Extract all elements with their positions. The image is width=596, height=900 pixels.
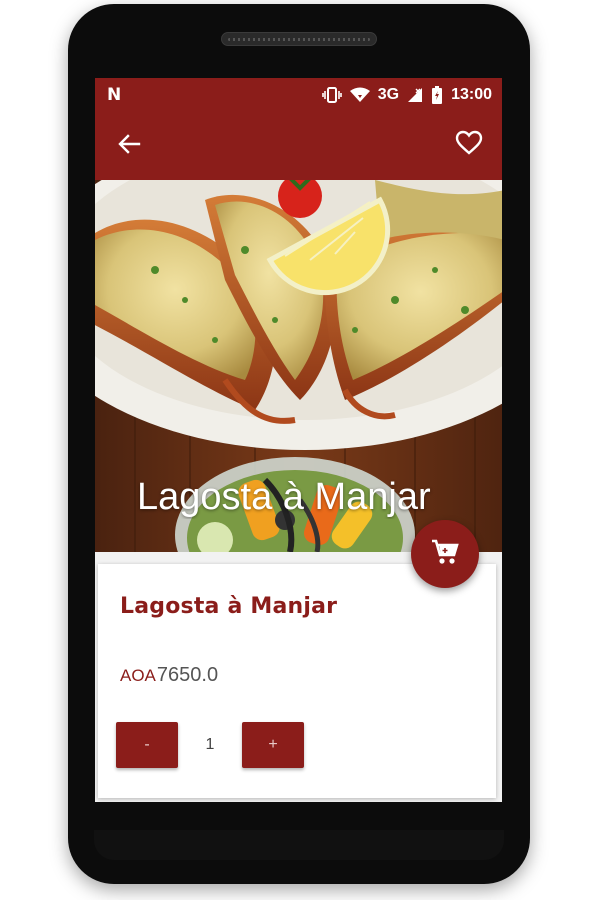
phone-chin xyxy=(94,830,504,860)
back-button[interactable] xyxy=(113,132,145,160)
product-name: Lagosta à Manjar xyxy=(120,594,338,619)
status-bar: N 3G 13:00 xyxy=(95,78,502,112)
price-currency: AOA xyxy=(120,666,156,685)
wifi-icon xyxy=(349,87,370,103)
phone-speaker xyxy=(221,32,377,46)
app-bar xyxy=(95,112,502,180)
app-screen: N 3G 13:00 Lagosta à Manjar Lagosta à Ma… xyxy=(95,78,502,802)
product-price: AOA7650.0 xyxy=(120,664,218,687)
heart-outline-icon xyxy=(455,130,483,161)
favorite-button[interactable] xyxy=(452,130,486,160)
product-detail-card: Lagosta à Manjar AOA7650.0 - 1 + xyxy=(98,564,496,798)
quantity-stepper: - 1 + xyxy=(116,722,304,768)
product-hero-image: Lagosta à Manjar xyxy=(95,180,502,552)
signal-icon xyxy=(407,87,423,103)
cart-icon xyxy=(431,539,459,570)
add-to-cart-button[interactable] xyxy=(411,520,479,588)
status-time: 13:00 xyxy=(451,86,492,103)
price-value: 7650.0 xyxy=(156,664,219,686)
network-type-label: 3G xyxy=(377,86,400,103)
arrow-left-icon xyxy=(117,133,141,160)
increment-button[interactable]: + xyxy=(242,722,304,768)
vibrate-icon xyxy=(321,87,342,103)
notification-n-icon: N xyxy=(107,85,122,105)
quantity-value: 1 xyxy=(205,736,215,753)
hero-title: Lagosta à Manjar xyxy=(137,476,431,518)
battery-icon xyxy=(431,86,443,104)
decrement-button[interactable]: - xyxy=(116,722,178,768)
status-icons: 3G 13:00 xyxy=(321,86,492,104)
